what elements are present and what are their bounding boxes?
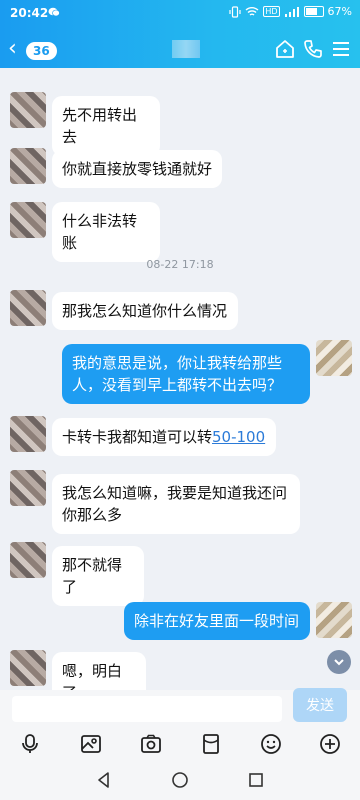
message-bubble-incoming[interactable]: 那不就得了 — [52, 546, 144, 606]
chat-area[interactable]: 先不用转出去 你就直接放零钱通就好 什么非法转账 08-22 17:18 那我怎… — [0, 68, 360, 712]
message-link[interactable]: 50-100 — [212, 428, 265, 446]
contact-avatar[interactable] — [10, 202, 46, 238]
image-icon[interactable] — [79, 732, 103, 756]
status-bar: 20:42 HD 67% — [0, 0, 360, 26]
home-icon[interactable] — [274, 38, 296, 60]
status-indicators: HD 67% — [229, 5, 352, 18]
contact-avatar[interactable] — [10, 542, 46, 578]
message-timestamp: 08-22 17:18 — [146, 258, 214, 271]
status-time: 20:42 — [10, 6, 49, 20]
my-avatar[interactable] — [316, 602, 352, 638]
message-bubble-outgoing[interactable]: 除非在好友里面一段时间 — [124, 602, 310, 640]
recent-apps-icon[interactable] — [246, 770, 266, 790]
contact-avatar[interactable] — [10, 92, 46, 128]
contact-avatar[interactable] — [10, 148, 46, 184]
plus-icon[interactable] — [318, 732, 342, 756]
chevron-down-icon — [334, 659, 344, 666]
emoji-icon[interactable] — [259, 732, 283, 756]
my-avatar[interactable] — [316, 340, 352, 376]
scroll-to-bottom-button[interactable] — [327, 650, 351, 674]
network-tag: HD — [263, 6, 280, 17]
camera-icon[interactable] — [139, 732, 163, 756]
home-circle-icon[interactable] — [170, 770, 190, 790]
wifi-icon — [245, 6, 259, 16]
composer-toolbar — [0, 728, 360, 760]
message-input[interactable] — [12, 696, 282, 722]
back-button[interactable]: ‹ — [8, 38, 17, 60]
signal-icon — [284, 6, 299, 17]
nav-bar: ‹ 36 — [0, 30, 360, 68]
message-bubble-incoming[interactable]: 什么非法转账 — [52, 202, 160, 262]
unread-count-badge[interactable]: 36 — [26, 42, 57, 60]
red-packet-icon[interactable] — [199, 732, 223, 756]
message-bubble-incoming[interactable]: 先不用转出去 — [52, 96, 160, 156]
message-text: 卡转卡我都知道可以转 — [62, 428, 213, 446]
chat-header: 20:42 HD 67% ‹ 36 — [0, 0, 360, 68]
contact-name-blurred — [172, 40, 200, 58]
message-bubble-incoming[interactable]: 你就直接放零钱通就好 — [52, 150, 222, 188]
message-bubble-outgoing[interactable]: 我的意思是说，你让我转给那些人，没看到早上都转不出去吗？ — [62, 344, 310, 404]
contact-avatar[interactable] — [10, 416, 46, 452]
voice-icon[interactable] — [18, 732, 42, 756]
menu-icon[interactable] — [330, 38, 352, 60]
back-triangle-icon[interactable] — [94, 770, 114, 790]
message-bubble-incoming[interactable]: 卡转卡我都知道可以转50-100 — [52, 418, 276, 456]
vibrate-icon — [229, 5, 241, 18]
wechat-notification-icon — [48, 7, 60, 17]
phone-icon[interactable] — [302, 38, 324, 60]
contact-avatar[interactable] — [10, 470, 46, 506]
contact-avatar[interactable] — [10, 290, 46, 326]
system-navigation-bar — [0, 760, 360, 800]
message-bubble-incoming[interactable]: 我怎么知道嘛，我要是知道我还问你那么多 — [52, 474, 300, 534]
battery-percent: 67% — [327, 5, 352, 18]
message-bubble-incoming[interactable]: 那我怎么知道你什么情况 — [52, 292, 238, 330]
contact-avatar[interactable] — [10, 650, 46, 686]
send-button[interactable]: 发送 — [293, 688, 347, 722]
battery-icon — [303, 6, 324, 17]
